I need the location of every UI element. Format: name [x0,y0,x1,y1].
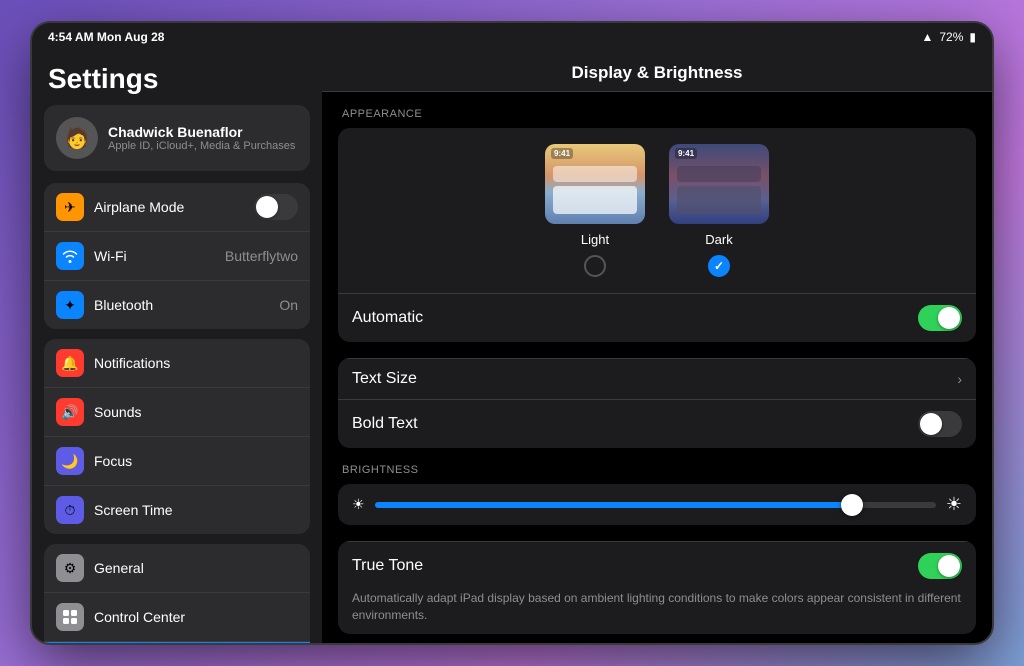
sidebar-item-notifications[interactable]: 🔔 Notifications [44,339,310,388]
sidebar-item-screentime[interactable]: ⏱ Screen Time [44,486,310,534]
profile-name: Chadwick Buenaflor [108,124,295,140]
dark-label: Dark [705,232,732,247]
profile-card[interactable]: 🧑 Chadwick Buenaflor Apple ID, iCloud+, … [44,105,310,171]
appearance-option-light[interactable]: 9:41 Light [545,144,645,277]
appearance-section-label: APPEARANCE [338,108,976,120]
notifications-icon: 🔔 [56,349,84,377]
sidebar-item-focus[interactable]: 🌙 Focus [44,437,310,486]
profile-subtitle: Apple ID, iCloud+, Media & Purchases [108,140,295,152]
light-radio[interactable] [584,255,606,277]
sun-large-icon: ☀ [946,494,962,515]
light-preview: 9:41 [545,144,645,224]
main-content: Settings 🧑 Chadwick Buenaflor Apple ID, … [32,51,992,643]
controlcenter-label: Control Center [94,609,298,625]
truetone-row[interactable]: True Tone [338,541,976,590]
sidebar-item-displaybrightness[interactable]: AA Display & Brightness [44,642,310,643]
automatic-toggle[interactable] [918,305,962,331]
sidebar-item-general[interactable]: ⚙ General [44,544,310,593]
automatic-toggle-knob [938,307,960,329]
true-tone-card: True Tone Automatically adapt iPad displ… [338,541,976,634]
status-time: 4:54 AM Mon Aug 28 [48,30,164,44]
truetone-toggle[interactable] [918,553,962,579]
bluetooth-icon: ✦ [56,291,84,319]
textsize-row[interactable]: Text Size › [338,358,976,399]
ipad-frame: 4:54 AM Mon Aug 28 ▲ 72% ▮ Settings 🧑 Ch… [32,23,992,643]
wifi-value: Butterflytwo [225,248,298,264]
airplane-label: Airplane Mode [94,199,244,215]
settings-group-1: ✈ Airplane Mode Wi-Fi Bu [44,183,310,329]
textsize-chevron: › [957,371,962,387]
screentime-label: Screen Time [94,502,298,518]
wifi-icon: ▲ [921,30,933,44]
wifi-label: Wi-Fi [94,248,215,264]
general-label: General [94,560,298,576]
boldtext-label: Bold Text [352,415,910,433]
bluetooth-label: Bluetooth [94,297,269,313]
appearance-card: 9:41 Light 9:41 [338,128,976,342]
light-label: Light [581,232,609,247]
right-panel: Display & Brightness APPEARANCE 9:41 [322,51,992,643]
boldtext-toggle-knob [920,413,942,435]
airplane-toggle[interactable] [254,194,298,220]
status-right: ▲ 72% ▮ [921,30,976,44]
battery-percent: 72% [939,30,963,44]
controlcenter-icon [56,603,84,631]
truetone-label: True Tone [352,557,910,575]
brightness-section-label: BRIGHTNESS [338,464,976,476]
settings-group-3: ⚙ General Control Center [44,544,310,643]
sidebar: Settings 🧑 Chadwick Buenaflor Apple ID, … [32,51,322,643]
wifi-sidebar-icon [56,242,84,270]
panel-header: Display & Brightness [322,51,992,92]
bluetooth-value: On [279,297,298,313]
boldtext-row[interactable]: Bold Text [338,399,976,448]
panel-title: Display & Brightness [322,63,992,83]
textsize-label: Text Size [352,370,949,388]
sounds-icon: 🔊 [56,398,84,426]
truetone-desc: Automatically adapt iPad display based o… [338,590,976,634]
boldtext-toggle[interactable] [918,411,962,437]
avatar: 🧑 [56,117,98,159]
truetone-toggle-knob [938,555,960,577]
automatic-row[interactable]: Automatic [338,293,976,342]
brightness-slider-card: ☀ ☀ [338,484,976,525]
dark-radio[interactable] [708,255,730,277]
automatic-label: Automatic [352,309,910,327]
sidebar-item-wifi[interactable]: Wi-Fi Butterflytwo [44,232,310,281]
status-bar: 4:54 AM Mon Aug 28 ▲ 72% ▮ [32,23,992,51]
notifications-label: Notifications [94,355,298,371]
brightness-section: BRIGHTNESS ☀ ☀ [338,464,976,525]
general-icon: ⚙ [56,554,84,582]
sidebar-item-bluetooth[interactable]: ✦ Bluetooth On [44,281,310,329]
brightness-fill [375,502,852,508]
sun-small-icon: ☀ [352,496,365,513]
sidebar-item-sounds[interactable]: 🔊 Sounds [44,388,310,437]
dark-preview: 9:41 [669,144,769,224]
focus-label: Focus [94,453,298,469]
airplane-icon: ✈ [56,193,84,221]
sidebar-item-controlcenter[interactable]: Control Center [44,593,310,642]
focus-icon: 🌙 [56,447,84,475]
appearance-option-dark[interactable]: 9:41 Dark [669,144,769,277]
text-section-card: Text Size › Bold Text [338,358,976,448]
battery-icon: ▮ [969,30,976,44]
sounds-label: Sounds [94,404,298,420]
settings-group-2: 🔔 Notifications 🔊 Sounds 🌙 Focus ⏱ Scree… [44,339,310,534]
screentime-icon: ⏱ [56,496,84,524]
sidebar-item-airplane[interactable]: ✈ Airplane Mode [44,183,310,232]
sidebar-title: Settings [32,51,322,105]
brightness-track[interactable] [375,502,936,508]
airplane-toggle-knob [256,196,278,218]
profile-info: Chadwick Buenaflor Apple ID, iCloud+, Me… [108,124,295,152]
appearance-row: 9:41 Light 9:41 [338,128,976,293]
brightness-thumb[interactable] [841,494,863,516]
panel-body: APPEARANCE 9:41 Light [322,92,992,643]
